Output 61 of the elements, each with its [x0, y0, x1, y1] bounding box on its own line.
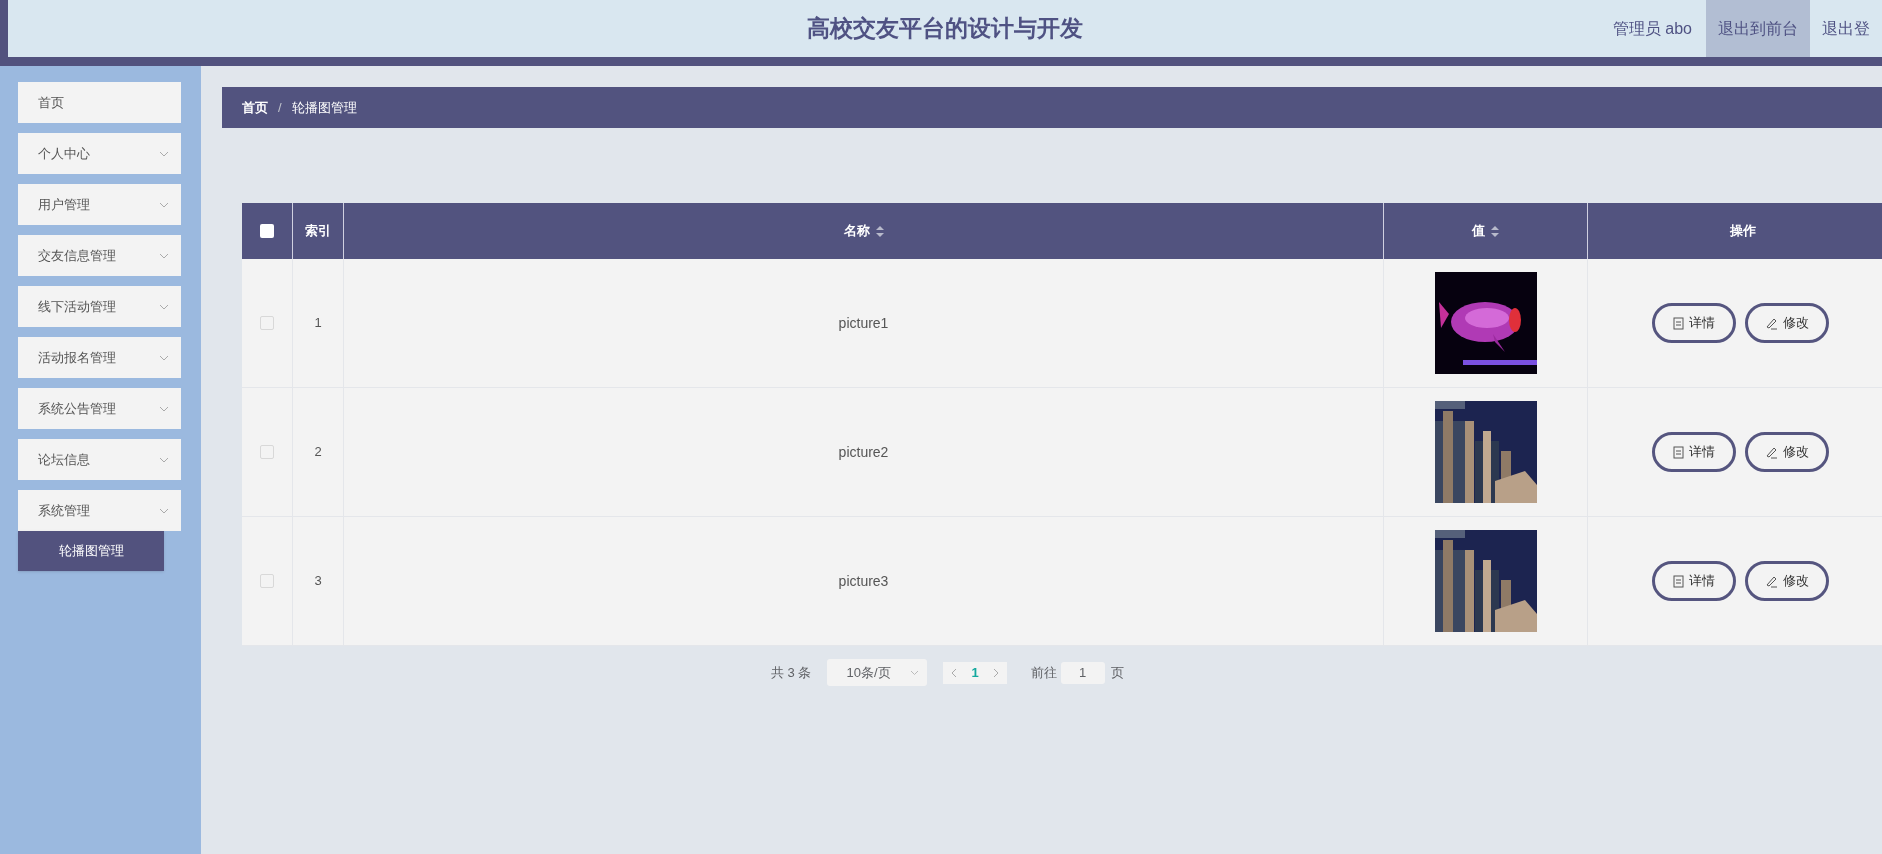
sidebar-item[interactable]: 用户管理	[18, 184, 181, 225]
detail-button[interactable]: 详情	[1652, 303, 1736, 343]
goto-suffix: 页	[1110, 663, 1124, 682]
row-checkbox[interactable]	[260, 574, 274, 588]
sidebar-item[interactable]: 个人中心	[18, 133, 181, 174]
sidebar-item[interactable]: 首页	[18, 82, 181, 123]
chevron-down-icon	[159, 201, 169, 208]
breadcrumb-separator: /	[278, 98, 282, 117]
edit-button[interactable]: 修改	[1745, 432, 1829, 472]
document-icon	[1673, 445, 1684, 459]
total-count: 共 3 条	[771, 663, 812, 682]
goto-page-field[interactable]: 1	[1060, 661, 1105, 684]
header-link[interactable]: 退出登	[1810, 0, 1882, 57]
sort-icon	[875, 225, 884, 237]
row-checkbox[interactable]	[260, 316, 274, 330]
sidebar-item[interactable]: 活动报名管理	[18, 337, 181, 378]
chevron-down-icon	[159, 456, 169, 463]
page-size-select[interactable]: 10条/页	[827, 659, 928, 686]
sort-icon	[1491, 225, 1499, 237]
sidebar-item[interactable]: 论坛信息	[18, 439, 181, 480]
sidebar-item[interactable]: 系统管理	[18, 490, 181, 531]
column-header: 操作	[1730, 222, 1756, 241]
detail-button[interactable]: 详情	[1652, 432, 1736, 472]
index-cell-text: 1	[314, 314, 322, 333]
column-header[interactable]: 名称	[843, 221, 884, 241]
chevron-down-icon	[159, 150, 169, 157]
chevron-left-icon	[951, 667, 958, 678]
chevron-down-icon	[910, 669, 920, 676]
sidebar-item[interactable]: 系统公告管理	[18, 388, 181, 429]
document-icon	[1673, 316, 1684, 330]
chevron-down-icon	[159, 354, 169, 361]
breadcrumb-item: 轮播图管理	[291, 98, 357, 117]
column-header[interactable]: 值	[1472, 221, 1499, 241]
select-all-checkbox[interactable]	[260, 224, 274, 238]
row-checkbox[interactable]	[260, 445, 274, 459]
chevron-down-icon	[159, 303, 169, 310]
chevron-down-icon	[159, 252, 169, 259]
header-link[interactable]: 退出到前台	[1706, 0, 1810, 57]
index-cell-text: 2	[314, 443, 322, 462]
sidebar-subitem[interactable]: 轮播图管理	[18, 531, 164, 571]
detail-button[interactable]: 详情	[1652, 561, 1736, 601]
name-cell-text: picture3	[838, 571, 889, 591]
chevron-down-icon	[159, 507, 169, 514]
index-cell-text: 3	[314, 572, 322, 591]
admin-username: 管理员 abo	[1612, 18, 1692, 39]
sidebar-item[interactable]: 线下活动管理	[18, 286, 181, 327]
sidebar-item[interactable]: 交友信息管理	[18, 235, 181, 276]
breadcrumb-item[interactable]: 首页	[242, 97, 268, 118]
name-cell-text: picture1	[838, 313, 889, 333]
edit-button[interactable]: 修改	[1745, 303, 1829, 343]
goto-label: 前往	[1030, 663, 1057, 682]
pencil-icon	[1765, 316, 1778, 330]
name-cell-text: picture2	[838, 442, 889, 462]
site-title: 高校交友平台的设计与开发	[807, 15, 1083, 42]
column-header: 索引	[305, 222, 331, 241]
pencil-icon	[1765, 574, 1778, 588]
chevron-right-icon	[992, 667, 999, 678]
edit-button[interactable]: 修改	[1745, 561, 1829, 601]
document-icon	[1673, 574, 1684, 588]
chevron-down-icon	[159, 405, 169, 412]
pencil-icon	[1765, 445, 1778, 459]
